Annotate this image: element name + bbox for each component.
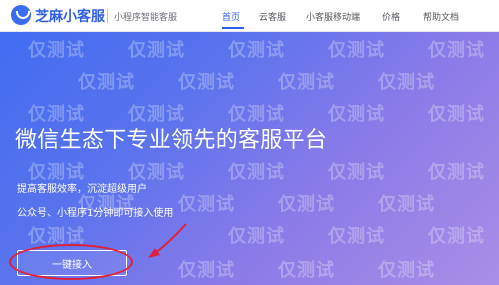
watermark: 仅测试 [178,194,235,215]
nav-cloud-service[interactable]: 云客服 [259,10,286,23]
watermark: 仅测试 [228,40,285,61]
watermark: 仅测试 [378,194,435,215]
nav-mobile[interactable]: 小客服移动端 [306,10,360,23]
nav-active-indicator [222,27,244,29]
watermark: 仅测试 [328,162,385,183]
watermark: 仅测试 [78,72,135,93]
top-navbar: 芝麻小客服 小程序智能客服 首页 云客服 小客服移动端 价格 帮助文档 [0,0,499,32]
annotation-arrow-icon [148,223,187,258]
hero-headline: 微信生态下专业领先的客服平台 [15,128,328,153]
watermark: 仅测试 [328,226,385,247]
watermark: 仅测试 [278,194,335,215]
hero-description: 公众号、小程序1分钟即可接入使用 [17,208,174,219]
hero-tagline: 提高客服效率，沉淀超级用户 [17,184,147,195]
watermark: 仅测试 [278,260,335,281]
brand-subtitle: 小程序智能客服 [114,13,178,23]
watermark: 仅测试 [228,226,285,247]
watermark: 仅测试 [428,40,485,61]
watermark: 仅测试 [178,72,235,93]
watermark: 仅测试 [428,104,485,125]
watermark: 仅测试 [28,40,85,61]
watermark: 仅测试 [328,104,385,125]
watermark: 仅测试 [428,162,485,183]
watermark: 仅测试 [378,260,435,281]
nav-help-docs[interactable]: 帮助文档 [423,10,459,23]
nav-pricing[interactable]: 价格 [382,10,400,23]
brand-divider [107,9,108,23]
watermark: 仅测试 [228,162,285,183]
watermark: 仅测试 [428,226,485,247]
nav-home[interactable]: 首页 [222,10,240,23]
watermark: 仅测试 [128,40,185,61]
watermark: 仅测试 [378,72,435,93]
brand-name[interactable]: 芝麻小客服 [35,6,105,26]
watermark: 仅测试 [278,72,335,93]
logo-icon[interactable] [11,5,31,25]
annotation-circle [9,244,133,280]
watermark: 仅测试 [328,40,385,61]
